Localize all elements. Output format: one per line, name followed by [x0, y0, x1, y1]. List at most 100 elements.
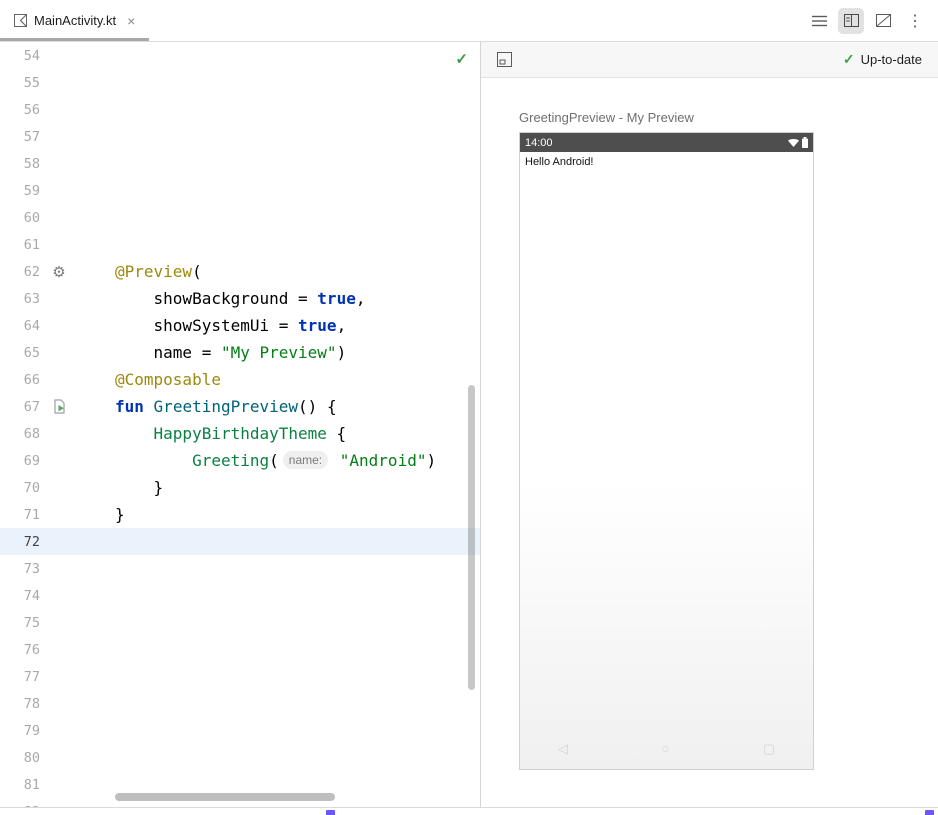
- code-view-icon[interactable]: [806, 8, 832, 34]
- split-view-icon[interactable]: [838, 8, 864, 34]
- preview-toolbar: ✓ Up-to-date: [481, 42, 938, 78]
- inspections-ok-icon[interactable]: ✓: [455, 50, 468, 68]
- editor-line-68[interactable]: 68 HappyBirthdayTheme {: [0, 420, 480, 447]
- line-number[interactable]: 58: [0, 156, 40, 172]
- line-number[interactable]: 62: [0, 264, 40, 280]
- statusbar-purple-icon: [925, 810, 934, 815]
- editor-line-57[interactable]: 57: [0, 123, 480, 150]
- code-text: }: [78, 474, 163, 501]
- editor-lines: 545556575859606162⚙@Preview(63 showBackg…: [0, 42, 480, 807]
- line-number[interactable]: 65: [0, 345, 40, 361]
- line-number[interactable]: 78: [0, 696, 40, 712]
- code-text: Greeting(name: "Android"): [78, 447, 436, 474]
- greeting-text: Hello Android!: [520, 152, 813, 172]
- parameter-name-hint: name:: [283, 451, 328, 469]
- code-text: name = "My Preview"): [78, 339, 346, 366]
- up-to-date-check-icon: ✓: [843, 51, 855, 68]
- line-number[interactable]: 54: [0, 48, 40, 64]
- line-number[interactable]: 57: [0, 129, 40, 145]
- editor-line-76[interactable]: 76: [0, 636, 480, 663]
- preview-canvas[interactable]: GreetingPreview - My Preview 14:00: [481, 78, 938, 807]
- tab-mainactivity[interactable]: MainActivity.kt ×: [0, 0, 149, 41]
- editor-line-73[interactable]: 73: [0, 555, 480, 582]
- line-number[interactable]: 71: [0, 507, 40, 523]
- ide-status-bar-strip: [0, 807, 938, 815]
- gear-gutter-icon[interactable]: ⚙: [40, 263, 78, 281]
- more-options-icon[interactable]: ⋮: [902, 8, 928, 34]
- code-text: HappyBirthdayTheme {: [78, 420, 346, 447]
- recents-icon: ▢: [763, 741, 775, 757]
- editor-tab-bar: MainActivity.kt × ⋮: [0, 0, 938, 42]
- code-text: }: [78, 501, 125, 528]
- editor-line-63[interactable]: 63 showBackground = true,: [0, 285, 480, 312]
- ui-check-mode-icon[interactable]: [497, 52, 512, 67]
- editor-line-72[interactable]: 72: [0, 528, 480, 555]
- statusbar-purple-icon: [326, 810, 335, 815]
- home-icon: ○: [661, 741, 669, 757]
- preview-status: ✓ Up-to-date: [843, 51, 922, 68]
- line-number[interactable]: 67: [0, 399, 40, 415]
- editor-line-55[interactable]: 55: [0, 69, 480, 96]
- horizontal-scrollbar[interactable]: [115, 793, 335, 801]
- line-number[interactable]: 68: [0, 426, 40, 442]
- battery-icon: [802, 137, 808, 148]
- vertical-scrollbar[interactable]: [468, 385, 475, 690]
- editor-line-75[interactable]: 75: [0, 609, 480, 636]
- preview-title: GreetingPreview - My Preview: [519, 110, 694, 125]
- line-number[interactable]: 75: [0, 615, 40, 631]
- close-tab-icon[interactable]: ×: [127, 14, 135, 28]
- line-number[interactable]: 59: [0, 183, 40, 199]
- editor-line-78[interactable]: 78: [0, 690, 480, 717]
- editor-line-60[interactable]: 60: [0, 204, 480, 231]
- editor-line-67[interactable]: 67 fun GreetingPreview() {: [0, 393, 480, 420]
- code-text: showBackground = true,: [78, 285, 365, 312]
- editor-line-54[interactable]: 54: [0, 42, 480, 69]
- line-number[interactable]: 66: [0, 372, 40, 388]
- line-number[interactable]: 69: [0, 453, 40, 469]
- editor-line-62[interactable]: 62⚙@Preview(: [0, 258, 480, 285]
- code-editor[interactable]: 545556575859606162⚙@Preview(63 showBackg…: [0, 42, 481, 807]
- line-number[interactable]: 56: [0, 102, 40, 118]
- code-text: @Composable: [78, 366, 221, 393]
- preview-status-label: Up-to-date: [861, 52, 922, 67]
- editor-line-58[interactable]: 58: [0, 150, 480, 177]
- editor-line-80[interactable]: 80: [0, 744, 480, 771]
- line-number[interactable]: 63: [0, 291, 40, 307]
- line-number[interactable]: 79: [0, 723, 40, 739]
- device-time: 14:00: [525, 137, 553, 149]
- code-text: @Preview(: [78, 258, 202, 285]
- editor-line-70[interactable]: 70 }: [0, 474, 480, 501]
- back-icon: ◁: [558, 741, 568, 757]
- run-gutter-icon[interactable]: [40, 399, 78, 414]
- editor-line-79[interactable]: 79: [0, 717, 480, 744]
- editor-line-66[interactable]: 66 @Composable: [0, 366, 480, 393]
- code-text: fun GreetingPreview() {: [78, 393, 337, 420]
- line-number[interactable]: 55: [0, 75, 40, 91]
- line-number[interactable]: 74: [0, 588, 40, 604]
- line-number[interactable]: 80: [0, 750, 40, 766]
- editor-line-65[interactable]: 65 name = "My Preview"): [0, 339, 480, 366]
- line-number[interactable]: 73: [0, 561, 40, 577]
- line-number[interactable]: 72: [0, 534, 40, 550]
- line-number[interactable]: 70: [0, 480, 40, 496]
- device-nav-bar: ◁ ○ ▢: [520, 741, 813, 757]
- editor-line-64[interactable]: 64 showSystemUi = true,: [0, 312, 480, 339]
- line-number[interactable]: 81: [0, 777, 40, 793]
- line-number[interactable]: 77: [0, 669, 40, 685]
- editor-line-61[interactable]: 61: [0, 231, 480, 258]
- design-view-icon[interactable]: [870, 8, 896, 34]
- editor-line-71[interactable]: 71}: [0, 501, 480, 528]
- kotlin-file-icon: [14, 14, 27, 27]
- editor-line-74[interactable]: 74: [0, 582, 480, 609]
- device-status-bar: 14:00: [520, 133, 813, 152]
- line-number[interactable]: 64: [0, 318, 40, 334]
- line-number[interactable]: 60: [0, 210, 40, 226]
- editor-line-59[interactable]: 59: [0, 177, 480, 204]
- line-number[interactable]: 61: [0, 237, 40, 253]
- editor-line-69[interactable]: 69 Greeting(name: "Android"): [0, 447, 480, 474]
- wifi-icon: [788, 138, 799, 147]
- editor-line-77[interactable]: 77: [0, 663, 480, 690]
- tab-title: MainActivity.kt: [34, 13, 116, 28]
- editor-line-56[interactable]: 56: [0, 96, 480, 123]
- line-number[interactable]: 76: [0, 642, 40, 658]
